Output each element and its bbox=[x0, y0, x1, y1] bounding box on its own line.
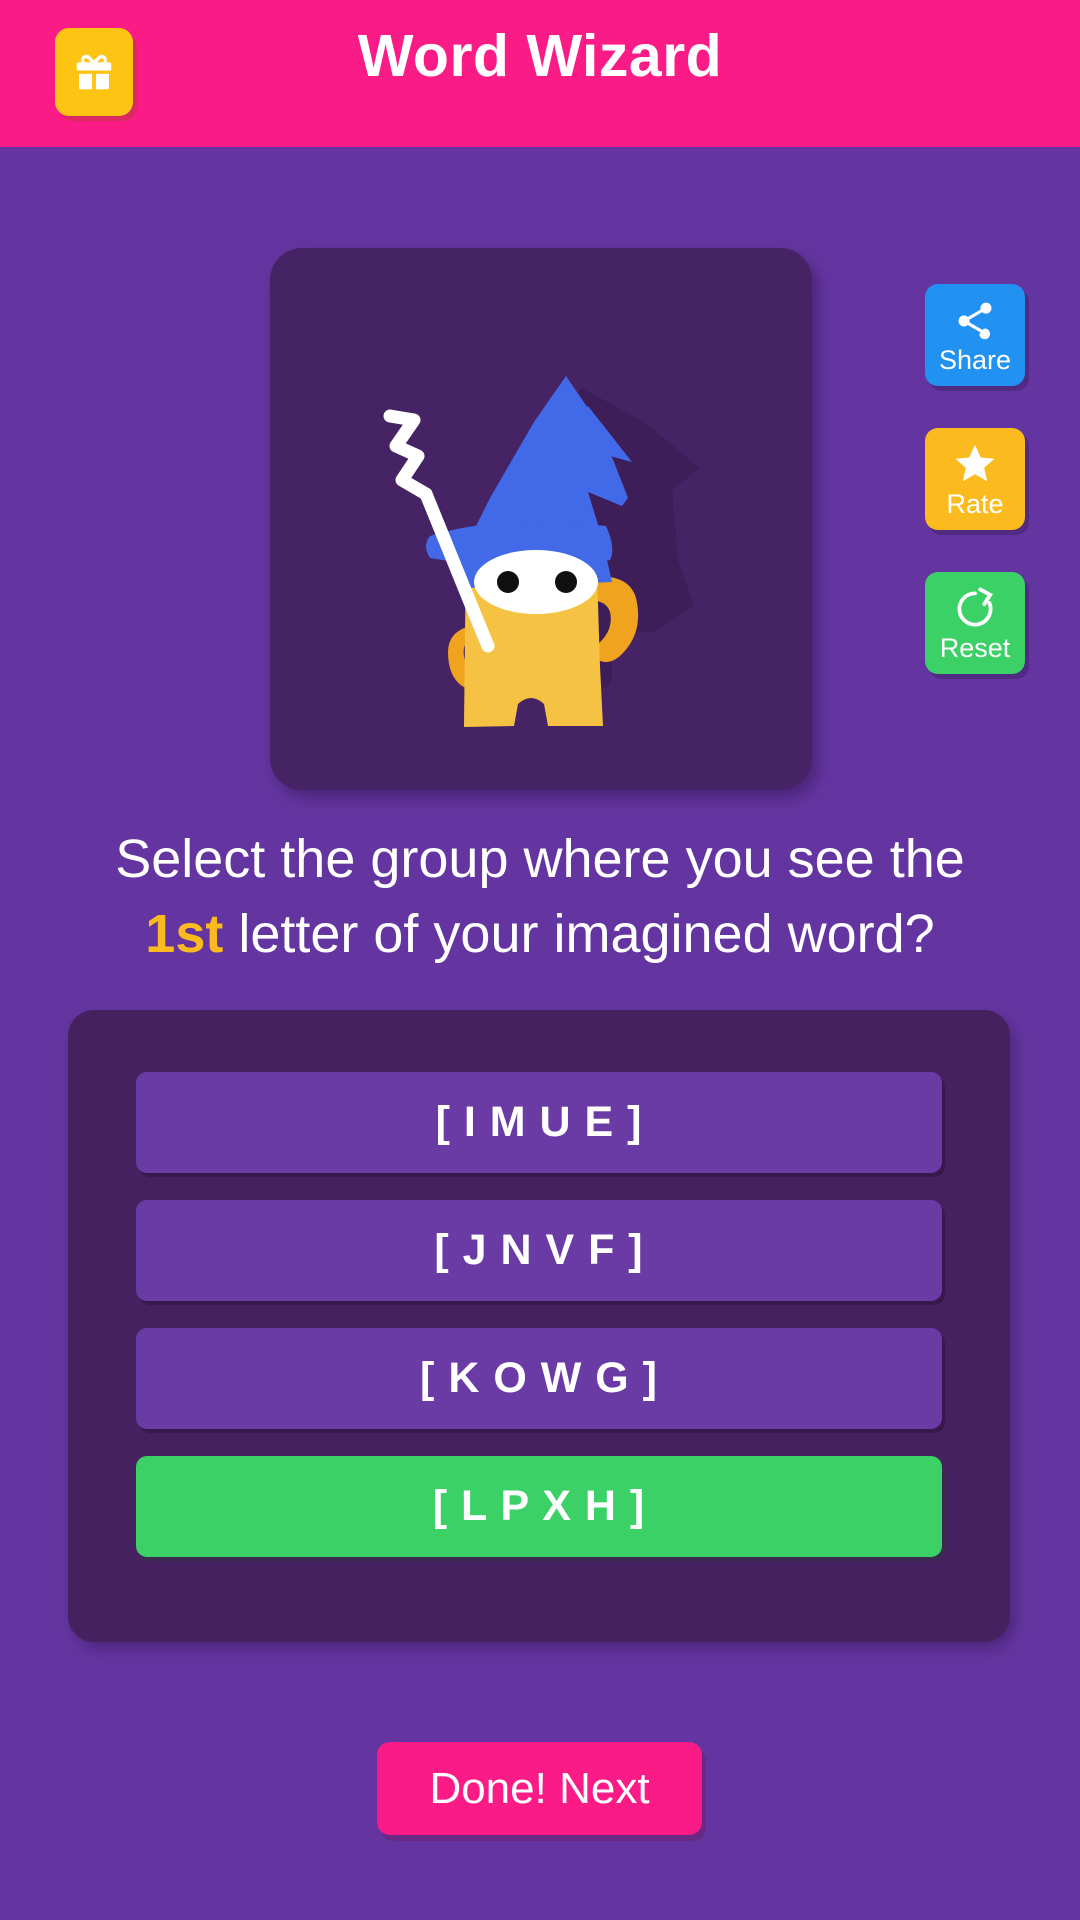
question-text: Select the group where you see the 1st l… bbox=[60, 822, 1020, 972]
share-button[interactable]: Share bbox=[925, 284, 1025, 386]
question-line-1: Select the group where you see the bbox=[115, 829, 965, 889]
reset-button[interactable]: Reset bbox=[925, 572, 1025, 674]
rate-button-label: Rate bbox=[946, 489, 1004, 519]
done-next-button-label: Done! Next bbox=[429, 1763, 650, 1813]
star-icon bbox=[951, 439, 999, 491]
option-row-1[interactable]: [ I M U E ] bbox=[136, 1072, 942, 1173]
page-title: Word Wizard bbox=[357, 23, 723, 89]
options-card: [ I M U E ] [ J N V F ] [ K O W G ] [ L … bbox=[68, 1010, 1010, 1642]
wizard-image-card bbox=[270, 248, 812, 790]
option-row-2[interactable]: [ J N V F ] bbox=[136, 1200, 942, 1301]
question-line-2: letter of your imagined word? bbox=[223, 904, 935, 964]
option-row-3[interactable]: [ K O W G ] bbox=[136, 1328, 942, 1429]
app-header: Word Wizard bbox=[0, 0, 1080, 147]
reset-button-label: Reset bbox=[939, 633, 1011, 663]
option-label: [ L P X H ] bbox=[432, 1482, 646, 1530]
option-label: [ J N V F ] bbox=[434, 1226, 644, 1274]
option-label: [ K O W G ] bbox=[420, 1354, 658, 1402]
app-screen: Word Wizard Share Rate Reset Select the … bbox=[0, 0, 1080, 1920]
question-ordinal: 1st bbox=[145, 904, 224, 964]
share-button-label: Share bbox=[938, 345, 1012, 375]
share-icon bbox=[953, 295, 997, 347]
option-row-4[interactable]: [ L P X H ] bbox=[136, 1456, 942, 1557]
wizard-mascot-illustration bbox=[270, 248, 812, 790]
done-next-button[interactable]: Done! Next bbox=[377, 1742, 702, 1835]
option-label: [ I M U E ] bbox=[435, 1098, 643, 1146]
rate-button[interactable]: Rate bbox=[925, 428, 1025, 530]
refresh-icon bbox=[951, 583, 999, 635]
